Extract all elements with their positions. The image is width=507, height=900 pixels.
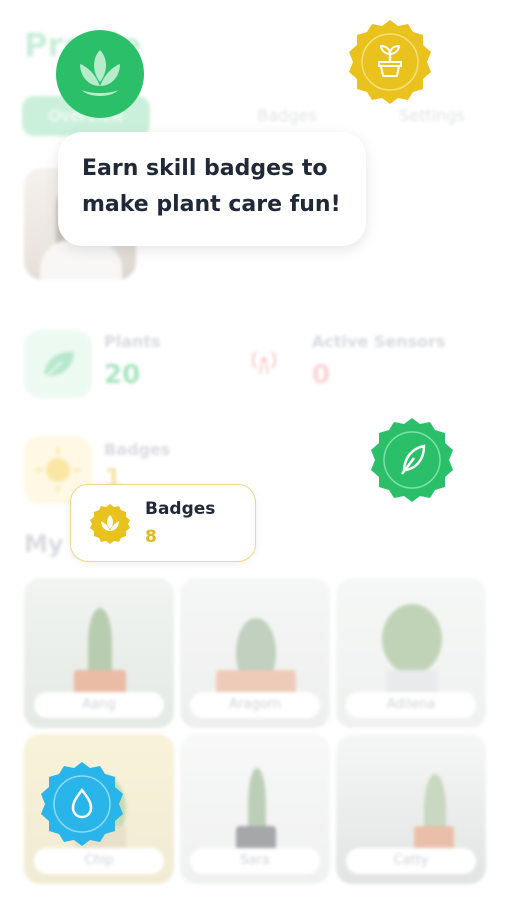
onboarding-tooltip: Earn skill badges to make plant care fun… [58,132,366,246]
plant-name: Adilena [346,692,476,718]
leaf-badge-icon [368,416,456,504]
plant-card-catty[interactable]: Catty [336,734,486,884]
plant-card-sara[interactable]: Sara [180,734,330,884]
plants-stat-value: 20 [104,360,141,390]
signal-icon [246,346,282,382]
leaf-icon [43,351,74,379]
plants-stat-label: Plants [104,332,161,351]
lotus-badge-icon [89,503,131,545]
plant-name: Chip [34,848,164,874]
plant-name: Aragorn [190,692,320,718]
lotus-logo-icon [56,30,144,118]
plant-name: Catty [346,848,476,874]
plant-name: Aang [34,692,164,718]
badges-card-count: 8 [145,527,157,547]
plant-card-aragorn[interactable]: Aragorn [180,578,330,728]
badges-count-card[interactable]: Badges 8 [70,484,256,562]
sensors-stat-value: 0 [312,360,331,390]
plant-card-aang[interactable]: Aang [24,578,174,728]
plant-leaves [88,608,112,678]
badges-card-label: Badges [145,499,216,519]
tooltip-line-2: make plant care fun! [82,192,341,217]
tooltip-line-1: Earn skill badges to [82,156,328,181]
sensors-stat-label: Active Sensors [312,332,446,351]
plant-name: Sara [190,848,320,874]
tab-badges[interactable]: Badges [222,96,352,136]
badges-stat-label: Badges [104,440,171,459]
plant-card-adilena[interactable]: Adilena [336,578,486,728]
avatar-body [40,240,122,280]
plant-leaves [382,604,442,674]
potted-plant-badge-icon [346,18,434,106]
water-drop-badge-icon [38,760,126,848]
plants-stat-icon-box [24,330,92,398]
